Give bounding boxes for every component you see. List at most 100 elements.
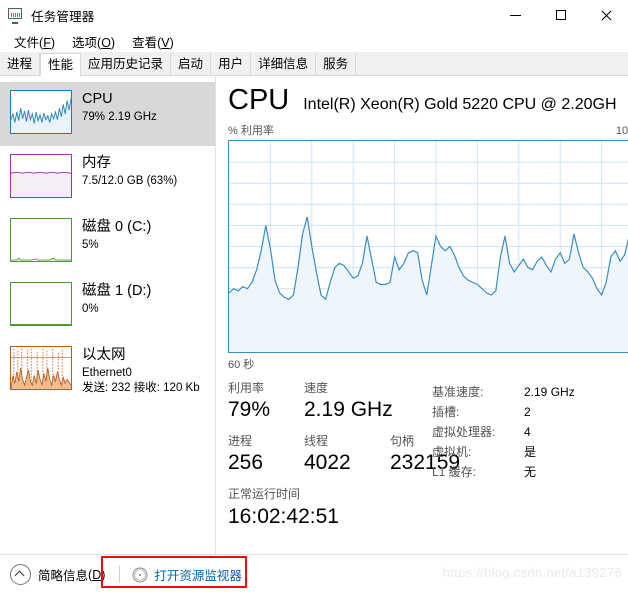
spec-l1-cache-label: L1 缓存: [432,465,477,479]
performance-detail-panel: CPU Intel(R) Xeon(R) Gold 5220 CPU @ 2.2… [216,76,628,577]
graph-y-axis-max: 100% [615,125,628,137]
cpu-chart-svg [229,141,628,352]
chart-area-fill [229,216,628,352]
disk1-thumbnail-graph [10,282,72,326]
sidebar-item-memory[interactable]: 内存 7.5/12.0 GB (63%) [0,146,215,210]
sidebar-disk0-sub: 5% [82,239,99,251]
spec-virtual-processors-label: 虚拟处理器: [432,425,496,439]
tab-processes[interactable]: 进程 [0,53,41,75]
tab-app-history[interactable]: 应用历史记录 [81,53,172,75]
menu-file-accel: F [43,35,51,50]
open-resource-monitor-label: 打开资源监视器 [154,569,242,583]
stat-utilization-value: 79% [228,398,271,421]
uptime-label: 正常运行时间 [228,487,301,501]
ethernet-thumbnail-graph [10,346,72,390]
graph-axis-header: % 利用率 100% [228,122,628,138]
sidebar-ethernet-title: 以太网 [82,347,126,363]
fewer-details-label: 简略信息 [38,569,89,583]
stats-row-primary: 利用率 79% 速度 2.19 GHz [228,380,428,423]
spec-sockets-label: 插槽: [432,405,460,419]
spec-base-speed: 基准速度: 2.19 GHz [432,382,628,402]
tab-details[interactable]: 详细信息 [251,53,317,75]
spec-virtual-machine-value: 是 [524,445,537,459]
stat-utilization-label: 利用率 [228,381,265,395]
tab-startup[interactable]: 启动 [171,53,212,75]
sidebar-memory-title: 内存 [82,155,111,171]
sidebar-cpu-title: CPU [82,91,113,107]
stat-processes-label: 进程 [228,434,253,448]
cpu-header: CPU Intel(R) Xeon(R) Gold 5220 CPU @ 2.2… [228,84,628,120]
stat-threads-label: 线程 [304,434,329,448]
watermark: https://blog.csdn.net/a139276 [442,565,622,580]
memory-text-block: 内存 7.5/12.0 GB (63%) [82,154,177,189]
page-title: CPU [228,84,290,116]
spec-sockets-value: 2 [524,405,531,419]
tab-performance[interactable]: 性能 [40,53,82,76]
task-manager-icon [8,7,24,24]
sidebar-item-cpu[interactable]: CPU 79% 2.19 GHz [0,82,215,146]
tab-strip: 进程 性能 应用历史记录 启动 用户 详细信息 服务 [0,52,628,76]
spec-base-speed-value: 2.19 GHz [524,385,575,399]
graph-y-axis-label: % 利用率 [228,125,274,137]
cpu-utilization-graph [228,140,628,353]
menu-file[interactable]: 文件(F) [6,30,64,53]
stat-speed: 速度 2.19 GHz [304,380,393,423]
spec-virtual-processors-value: 4 [524,425,531,439]
resource-monitor-icon [132,567,148,583]
spec-l1-cache: L1 缓存: 无 [432,462,628,482]
sidebar-item-disk0[interactable]: 磁盘 0 (C:) 5% [0,210,215,274]
menu-options-label: 选项 [72,35,98,50]
sidebar-disk1-sub: 0% [82,303,99,315]
memory-thumbnail-graph [10,154,72,198]
chevron-up-icon [10,564,31,585]
tab-users[interactable]: 用户 [211,53,252,75]
cpu-thumbnail-graph [10,90,72,134]
stat-utilization: 利用率 79% [228,380,290,423]
disk0-thumbnail-graph [10,218,72,262]
cpu-model-name: Intel(R) Xeon(R) Gold 5220 CPU @ 2.20GH [303,96,617,113]
resource-sidebar: CPU 79% 2.19 GHz 内存 7.5/12.0 GB (63%) 磁盘… [0,76,216,577]
title-bar: 任务管理器 [0,0,628,30]
menu-bar: 文件(F) 选项(O) 查看(V) [0,30,628,52]
cpu-text-block: CPU 79% 2.19 GHz [82,90,157,125]
stat-processes-value: 256 [228,451,264,474]
stats-left-column: 利用率 79% 速度 2.19 GHz 进程 256 线程 4022 句柄 23… [228,380,460,530]
disk1-text-block: 磁盘 1 (D:) 0% [82,282,151,317]
ethernet-text-block: 以太网 Ethernet0 发送: 232 接收: 120 Kb [82,346,200,396]
menu-options[interactable]: 选项(O) [64,30,124,53]
sidebar-ethernet-throughput: 发送: 232 接收: 120 Kb [82,382,200,394]
open-resource-monitor-button[interactable]: 打开资源监视器 [132,565,242,584]
menu-view-accel: V [161,35,170,50]
menu-view[interactable]: 查看(V) [124,30,183,53]
status-separator [119,566,121,583]
sidebar-cpu-sub: 79% 2.19 GHz [82,111,157,123]
disk0-text-block: 磁盘 0 (C:) 5% [82,218,151,253]
cpu-specs-list: 基准速度: 2.19 GHz 插槽: 2 虚拟处理器: 4 虚拟机: 是 L1 … [428,380,628,530]
window-controls [493,0,628,30]
spec-l1-cache-value: 无 [524,465,537,479]
fewer-details-button[interactable]: 简略信息(D) [10,564,105,585]
spec-base-speed-label: 基准速度: [432,385,484,399]
menu-file-label: 文件 [14,35,40,50]
minimize-button[interactable] [493,0,538,30]
stat-speed-label: 速度 [304,381,329,395]
graph-time-label: 60 秒 [228,359,255,371]
stats-row-secondary: 进程 256 线程 4022 句柄 232159 [228,433,460,476]
close-button[interactable] [583,0,628,30]
sidebar-item-ethernet[interactable]: 以太网 Ethernet0 发送: 232 接收: 120 Kb [0,338,215,402]
tab-services[interactable]: 服务 [316,53,357,75]
fewer-details-accel: D [92,567,102,582]
spec-virtual-machine-label: 虚拟机: [432,445,472,459]
stat-threads: 线程 4022 [304,433,376,476]
uptime-value: 16:02:42:51 [228,505,339,528]
uptime-block: 正常运行时间 16:02:42:51 [228,486,428,530]
spec-virtual-machine: 虚拟机: 是 [432,442,628,462]
stat-speed-value: 2.19 GHz [304,398,393,421]
maximize-button[interactable] [538,0,583,30]
stat-threads-value: 4022 [304,451,351,474]
sidebar-memory-sub: 7.5/12.0 GB (63%) [82,175,178,187]
sidebar-item-disk1[interactable]: 磁盘 1 (D:) 0% [0,274,215,338]
spec-virtual-processors: 虚拟处理器: 4 [432,422,628,442]
stats-area: 利用率 79% 速度 2.19 GHz 进程 256 线程 4022 句柄 23… [228,380,628,530]
sidebar-disk1-title: 磁盘 1 (D:) [82,283,152,299]
